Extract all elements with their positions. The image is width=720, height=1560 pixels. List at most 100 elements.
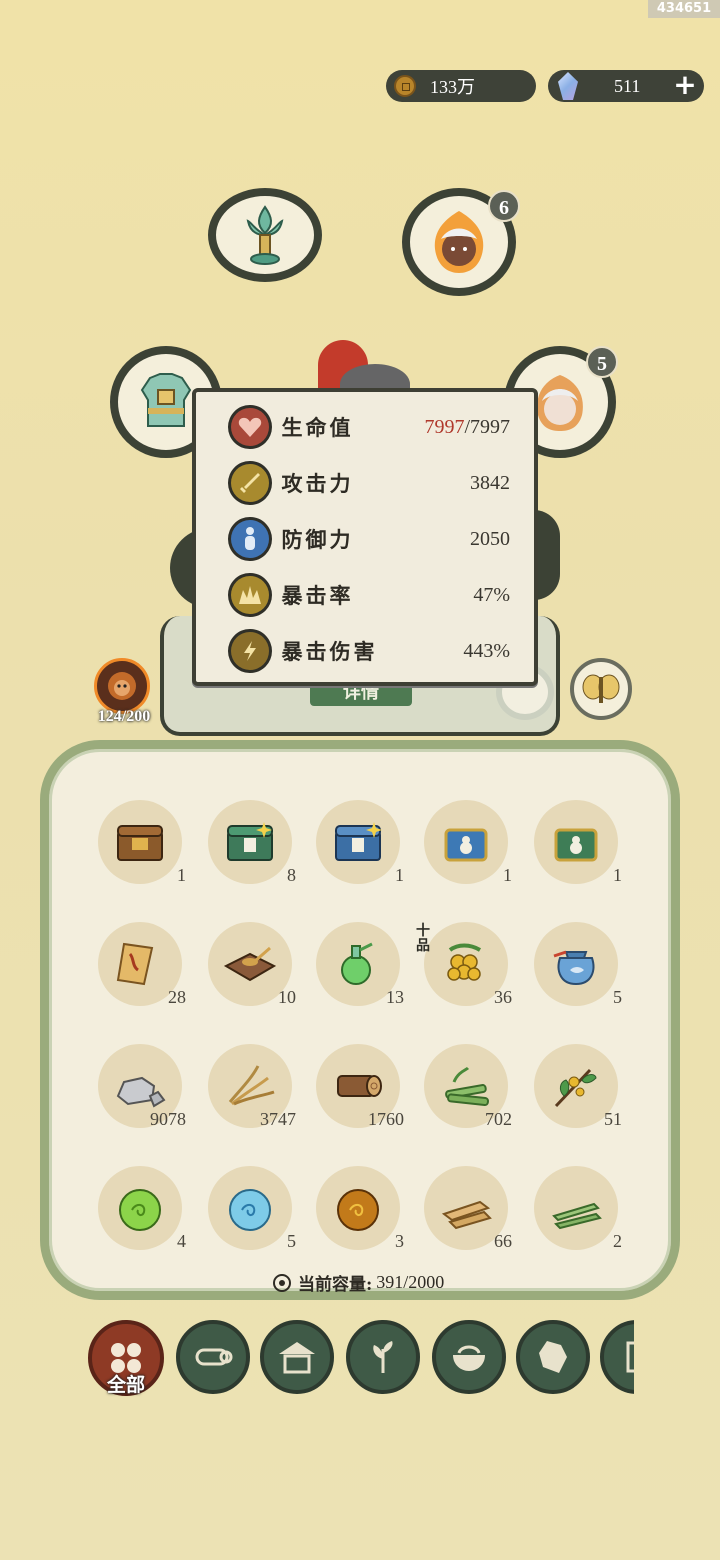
inventory-item[interactable]: 8	[204, 800, 296, 892]
inventory-item[interactable]: 10	[204, 922, 296, 1014]
item-count: 66	[494, 1231, 512, 1251]
white-hair-hero-portrait-icon	[537, 375, 583, 431]
category-food-button[interactable]	[432, 1320, 506, 1394]
inventory-item[interactable]: 1	[530, 800, 622, 892]
crit-rate-label: 暴击率	[281, 583, 354, 608]
lion-monster-icon	[108, 672, 136, 700]
character-head	[300, 334, 420, 404]
bag-capacity-icon	[273, 1273, 291, 1292]
scroll-icon	[116, 942, 154, 986]
moth-slot[interactable]	[570, 658, 632, 720]
stats-card: 生命值 7997/7997 攻击力 3842 防御力 2050 暴击率 47% …	[192, 388, 538, 686]
inventory-item[interactable]: 5	[204, 1166, 296, 1258]
gem-counter: 511 +	[548, 70, 704, 102]
item-count: 5	[613, 987, 622, 1007]
crit-damage-value: 443%	[463, 639, 510, 662]
blue-gourd-chest-icon	[444, 828, 488, 862]
stat-row-crit-rate: 暴击率 47%	[228, 570, 510, 620]
stat-row-defense: 防御力 2050	[228, 514, 510, 564]
attack-value: 3842	[470, 471, 510, 494]
inventory-item[interactable]: 4	[94, 1166, 186, 1258]
inventory-item[interactable]: 1	[312, 800, 404, 892]
bamboo-icon	[445, 1066, 490, 1106]
item-count: 51	[604, 1109, 622, 1129]
item-count: 1	[503, 865, 512, 885]
hero-a-level-badge: 6	[488, 190, 520, 222]
item-count: 36	[494, 987, 512, 1007]
log-category-icon	[195, 1348, 233, 1366]
defense-value: 2050	[470, 527, 510, 550]
category-material-button[interactable]	[516, 1320, 590, 1394]
gem-amount: 511	[614, 75, 641, 96]
hp-max: /7997	[464, 415, 510, 438]
inventory-item[interactable]: 1	[420, 800, 512, 892]
lotus-lamp-slot[interactable]	[208, 188, 322, 282]
scroll-category-icon	[626, 1341, 634, 1373]
coin-amount: 133万	[430, 77, 475, 97]
add-gems-button[interactable]: +	[672, 71, 698, 99]
item-count: 13	[386, 987, 404, 1007]
fire-hero-portrait-icon	[434, 211, 484, 273]
capacity-value: 391/2000	[376, 1272, 445, 1292]
inventory-item[interactable]: 9078	[94, 1044, 186, 1136]
amber-orb-icon	[337, 1189, 379, 1231]
log-icon	[337, 1075, 382, 1097]
stat-row-attack: 攻击力 3842	[228, 458, 510, 508]
hp-current: 7997	[424, 415, 465, 438]
item-count: 1	[177, 865, 186, 885]
category-scroll-partial[interactable]	[600, 1320, 634, 1394]
treasure-chest-icon	[117, 825, 163, 861]
inventory-item[interactable]: 66	[420, 1166, 512, 1258]
defense-label: 防御力	[281, 527, 354, 552]
coin-counter[interactable]: 133万	[386, 70, 536, 102]
gem-icon	[558, 72, 578, 100]
category-scroll-button[interactable]	[600, 1320, 634, 1394]
armor-icon	[140, 373, 192, 427]
inventory-item[interactable]: 5	[530, 922, 622, 1014]
item-count: 5	[287, 1231, 296, 1251]
inventory-item[interactable]: 3	[312, 1166, 404, 1258]
inventory-item[interactable]: 51	[530, 1044, 622, 1136]
capacity-indicator: 当前容量: 391/2000	[272, 1270, 444, 1295]
item-grade-tag: 十品	[416, 923, 430, 954]
fish-bag-icon	[553, 950, 595, 986]
golden-fruit-icon	[447, 943, 482, 981]
inventory-item[interactable]: 1760	[312, 1044, 404, 1136]
item-count: 1	[613, 865, 622, 885]
capacity-label: 当前容量:	[298, 1275, 373, 1295]
heart-icon	[228, 405, 272, 449]
category-building-button[interactable]	[260, 1320, 334, 1394]
item-count: 8	[287, 865, 296, 885]
lotus-lamp-icon	[246, 205, 284, 265]
item-count: 4	[177, 1231, 186, 1251]
crit-damage-icon	[228, 629, 272, 673]
bamboo-strip-icon	[552, 1202, 602, 1230]
inventory-item[interactable]: 1	[94, 800, 186, 892]
item-count: 3747	[260, 1109, 296, 1129]
category-all-label: 全部	[106, 1374, 145, 1396]
green-chest-icon	[227, 822, 273, 861]
hp-label: 生命值	[281, 415, 354, 440]
inventory-item[interactable]: 2	[530, 1166, 622, 1258]
leaf-category-icon	[373, 1341, 393, 1373]
monster-avatar[interactable]	[94, 658, 150, 714]
potion-icon	[341, 942, 373, 985]
crit-rate-value: 47%	[473, 583, 510, 606]
hp-value: 7997/7997	[410, 416, 510, 439]
inventory-item[interactable]: 13	[312, 922, 404, 1014]
inventory-item[interactable]: 十品 36	[416, 922, 512, 1014]
crit-damage-label: 暴击伤害	[281, 639, 378, 664]
inventory-item[interactable]: 28	[94, 922, 186, 1014]
inventory-item[interactable]: 702	[420, 1044, 512, 1136]
item-count: 702	[485, 1109, 512, 1129]
category-wood-button[interactable]	[176, 1320, 250, 1394]
coin-icon	[394, 75, 416, 97]
stat-row-hp: 生命值 7997/7997	[228, 402, 510, 452]
defense-figure-icon	[228, 517, 272, 561]
grass-icon	[228, 1065, 275, 1106]
item-count: 9078	[150, 1109, 186, 1129]
category-herb-button[interactable]	[346, 1320, 420, 1394]
bowl-category-icon	[453, 1345, 485, 1371]
plank-icon	[441, 1200, 492, 1230]
inventory-item[interactable]: 3747	[204, 1044, 296, 1136]
